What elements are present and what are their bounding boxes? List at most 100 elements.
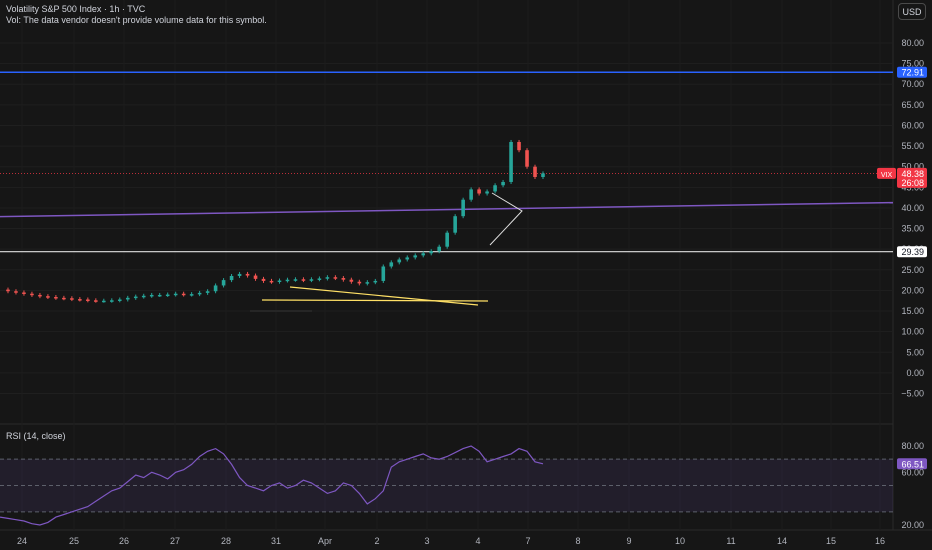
candle-body xyxy=(141,295,146,298)
time-tick-label: 8 xyxy=(575,536,580,546)
chart-title: Volatility S&P 500 Index · 1h · TVC xyxy=(6,4,146,14)
candle-body xyxy=(149,294,154,297)
price-tick-label: 35.00 xyxy=(901,224,924,234)
rsi-band xyxy=(0,458,893,513)
candle-body xyxy=(533,166,537,178)
candle-body xyxy=(397,259,402,263)
candle-body xyxy=(285,279,290,282)
candle-body xyxy=(173,293,178,296)
candle-body xyxy=(94,300,98,302)
candle-body xyxy=(14,291,18,293)
price-tick-label: 25.00 xyxy=(901,265,924,275)
candle-body xyxy=(38,294,42,297)
candle-body xyxy=(493,185,497,192)
price-tick-label: 80.00 xyxy=(901,38,924,48)
candle-body xyxy=(277,280,282,283)
chart-canvas[interactable]: 80.0075.0070.0065.0060.0055.0050.0045.00… xyxy=(0,0,932,550)
time-tick-label: 16 xyxy=(875,536,885,546)
candle-body xyxy=(269,280,274,283)
candle-body xyxy=(461,199,465,217)
candle-body xyxy=(189,294,194,296)
time-tick-label: 31 xyxy=(271,536,281,546)
rsi-tick-label: 80.00 xyxy=(901,441,924,451)
candle-body xyxy=(213,285,218,292)
rsi-tick-label: 20.00 xyxy=(901,520,924,530)
time-tick-label: Apr xyxy=(318,536,332,546)
candle-body xyxy=(54,297,58,299)
candle-body xyxy=(389,262,394,267)
yellow-wedge-lower xyxy=(261,299,489,302)
time-tick-label: 25 xyxy=(69,536,79,546)
candle-body xyxy=(70,298,74,300)
candle-body xyxy=(357,281,362,284)
time-tick-label: 2 xyxy=(374,536,379,546)
currency-button[interactable]: USD xyxy=(898,3,926,20)
rsi-axis[interactable]: 80.0060.0020.00 xyxy=(901,441,924,530)
candle-body xyxy=(6,289,10,292)
candle-body xyxy=(86,299,90,301)
candle-body xyxy=(421,253,426,256)
candle-body xyxy=(405,257,410,260)
price-tick-label: 65.00 xyxy=(901,100,924,110)
price-tick-label: 55.00 xyxy=(901,141,924,151)
candle-body xyxy=(253,275,258,279)
symbol-tag-text: VIX xyxy=(881,172,893,179)
volume-note: Vol: The data vendor doesn't provide vol… xyxy=(6,15,267,25)
candle-body xyxy=(133,296,138,299)
pennant-triangle xyxy=(489,192,523,246)
rsi-title: RSI (14, close) xyxy=(6,431,66,441)
candle-body xyxy=(381,266,386,281)
price-tick-label: 20.00 xyxy=(901,285,924,295)
candle-body xyxy=(301,279,306,281)
candle-body xyxy=(109,300,114,302)
candle-body xyxy=(373,280,378,283)
price-tag-countdown: 26:08 xyxy=(901,178,924,188)
price-candles xyxy=(6,139,545,303)
price-tick-label: 10.00 xyxy=(901,327,924,337)
candle-body xyxy=(30,293,34,296)
candle-body xyxy=(525,150,529,167)
candle-body xyxy=(469,189,473,200)
candle-body xyxy=(157,294,162,297)
price-tag-value: 72.91 xyxy=(901,68,924,78)
candle-body xyxy=(46,296,50,298)
time-tick-label: 3 xyxy=(424,536,429,546)
candle-body xyxy=(309,279,314,281)
candle-body xyxy=(221,280,226,286)
candle-body xyxy=(501,181,505,186)
candle-body xyxy=(245,273,250,276)
candle-body xyxy=(62,297,66,300)
candle-body xyxy=(181,293,186,296)
candle-body xyxy=(341,278,346,280)
candle-body xyxy=(229,275,234,281)
candle-body xyxy=(117,299,122,301)
time-tick-label: 26 xyxy=(119,536,129,546)
time-tick-label: 11 xyxy=(726,536,735,546)
candle-body xyxy=(333,277,338,279)
candle-body xyxy=(509,141,513,182)
candle-body xyxy=(317,278,322,280)
price-axis[interactable]: 80.0075.0070.0065.0060.0055.0050.0045.00… xyxy=(901,38,924,399)
candle-body xyxy=(485,191,489,194)
candle-body xyxy=(237,273,242,276)
time-tick-label: 15 xyxy=(826,536,836,546)
candle-body xyxy=(325,277,330,279)
drawings[interactable] xyxy=(0,71,894,312)
candle-body xyxy=(165,294,170,297)
price-tick-label: 15.00 xyxy=(901,306,924,316)
yellow-wedge-upper xyxy=(289,286,479,306)
candle-body xyxy=(261,278,266,281)
time-tick-label: 27 xyxy=(170,536,180,546)
candle-body xyxy=(125,297,130,300)
candle-body xyxy=(413,255,418,258)
candle-body xyxy=(293,279,298,281)
time-tick-label: 9 xyxy=(626,536,631,546)
price-tick-label: 40.00 xyxy=(901,203,924,213)
time-tick-label: 14 xyxy=(777,536,787,546)
price-tick-label: 5.00 xyxy=(906,347,924,357)
candle-body xyxy=(541,173,545,178)
time-axis[interactable]: 24 25 26 27 28 31 Apr 2 3 4 7 8 9 10 11 14 15 16 xyxy=(17,536,885,546)
candle-body xyxy=(22,292,26,294)
price-tick-label: 70.00 xyxy=(901,79,924,89)
candle-body xyxy=(437,246,441,252)
